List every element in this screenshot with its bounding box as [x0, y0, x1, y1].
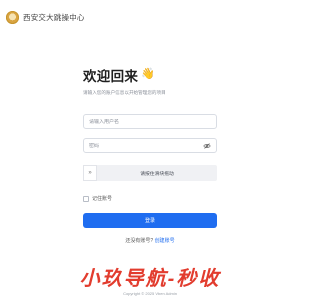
title-row: 欢迎回来 👋	[83, 66, 217, 84]
create-account-link[interactable]: 创建账号	[155, 238, 175, 244]
register-prompt-text: 还没有账号?	[125, 238, 154, 244]
slider-hint-text: 请按住滑块拖动	[140, 171, 174, 177]
remember-checkbox[interactable]	[83, 195, 89, 202]
wave-hand-icon: 👋	[141, 68, 155, 80]
logo-icon	[6, 10, 19, 24]
footer-copyright: Copyright © 2025 Vben Admin	[123, 291, 177, 296]
register-prompt: 还没有账号? 创建账号	[83, 237, 217, 244]
password-field[interactable]	[83, 138, 217, 153]
login-subtitle: 请输入您的账户信息以开始管理您的项目	[83, 90, 166, 95]
app-header: 西安交大跳操中心	[6, 9, 85, 25]
page-title: 欢迎回来	[83, 68, 139, 84]
slider-handle[interactable]: »	[83, 165, 97, 181]
login-button[interactable]: 登录	[83, 213, 217, 228]
username-input[interactable]	[84, 118, 216, 125]
password-input[interactable]	[84, 142, 216, 149]
login-form: 欢迎回来 👋 请输入您的账户信息以开始管理您的项目 » 请按住滑块拖动 记住账号…	[83, 66, 217, 244]
remember-account[interactable]: 记住账号	[83, 195, 112, 202]
watermark-text: 小玖导航-秒收	[79, 268, 221, 290]
remember-label: 记住账号	[92, 196, 113, 202]
username-field[interactable]	[83, 114, 217, 129]
eye-off-icon[interactable]	[203, 142, 211, 150]
double-chevron-right-icon: »	[88, 170, 92, 176]
site-title: 西安交大跳操中心	[23, 12, 85, 22]
slider-captcha[interactable]: » 请按住滑块拖动	[83, 165, 217, 181]
